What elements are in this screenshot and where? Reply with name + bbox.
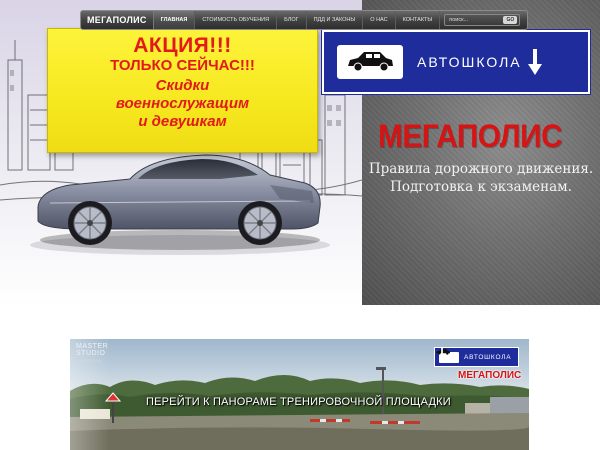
logo-line: STUDIO	[76, 350, 106, 357]
promo-banner[interactable]: АКЦИЯ!!! ТОЛЬКО СЕЙЧАС!!! Скидки военнос…	[47, 28, 318, 153]
mini-driving-school-sign: АВТОШКОЛА	[434, 347, 519, 367]
sign-text: АВТОШКОЛА	[417, 54, 522, 70]
wheel-front	[238, 201, 282, 245]
master-studio-logo: MASTER STUDIO sitevam.com	[76, 343, 108, 364]
hero-banner: МЕГАПОЛИС ГЛАВНАЯ СТОИМОСТЬ ОБУЧЕНИЯ БЛО…	[0, 0, 600, 305]
search-box: GO	[444, 14, 521, 26]
promo-subheadline: ТОЛЬКО СЕЙЧАС!!!	[110, 57, 255, 74]
nav-logo[interactable]: МЕГАПОЛИС	[81, 11, 154, 29]
arrow-down-icon	[527, 49, 542, 75]
mini-brand: МЕГАПОЛИС	[458, 370, 522, 381]
promo-headline: АКЦИЯ!!!	[133, 34, 232, 57]
nav-item-about[interactable]: О НАС	[363, 11, 396, 29]
sign-car-plate	[337, 45, 403, 79]
tagline-line: Подготовка к экзаменам.	[390, 179, 572, 195]
logo-line: MASTER	[76, 343, 109, 350]
search-input[interactable]	[449, 17, 500, 23]
nav-item-blog[interactable]: БЛОГ	[277, 11, 307, 29]
logo-url: sitevam.com	[76, 358, 102, 363]
brand-title: МЕГАПОЛИС	[378, 118, 563, 154]
nav-item-rules[interactable]: ПДД И ЗАКОНЫ	[307, 11, 364, 29]
driving-school-sign[interactable]: АВТОШКОЛА	[321, 29, 591, 95]
car-icon	[348, 52, 393, 72]
nav-item-contacts[interactable]: КОНТАКТЫ	[396, 11, 441, 29]
panorama-preview[interactable]: MASTER STUDIO sitevam.com АВТОШКОЛА МЕГА…	[70, 339, 529, 450]
search-go-button[interactable]: GO	[503, 16, 518, 24]
nav-item-prices[interactable]: СТОИМОСТЬ ОБУЧЕНИЯ	[195, 11, 278, 29]
wheel-rear	[68, 201, 112, 245]
promo-discount-line: военнослужащим	[115, 95, 250, 112]
panorama-link-text[interactable]: ПЕРЕЙТИ К ПАНОРАМЕ ТРЕНИРОВОЧНОЙ ПЛОЩАДК…	[146, 396, 451, 408]
hero-tagline: Правила дорожного движения. Подготовка к…	[366, 160, 596, 196]
arrow-down-icon	[439, 348, 445, 359]
mini-sign-text: АВТОШКОЛА	[464, 353, 512, 361]
nav-item-home[interactable]: ГЛАВНАЯ	[153, 11, 196, 29]
tagline-line: Правила дорожного движения.	[368, 161, 594, 177]
top-navigation: МЕГАПОЛИС ГЛАВНАЯ СТОИМОСТЬ ОБУЧЕНИЯ БЛО…	[80, 10, 528, 30]
car-illustration	[37, 154, 321, 250]
promo-discount-line: Скидки	[155, 77, 210, 94]
promo-discount-line: и девушкам	[138, 113, 227, 130]
